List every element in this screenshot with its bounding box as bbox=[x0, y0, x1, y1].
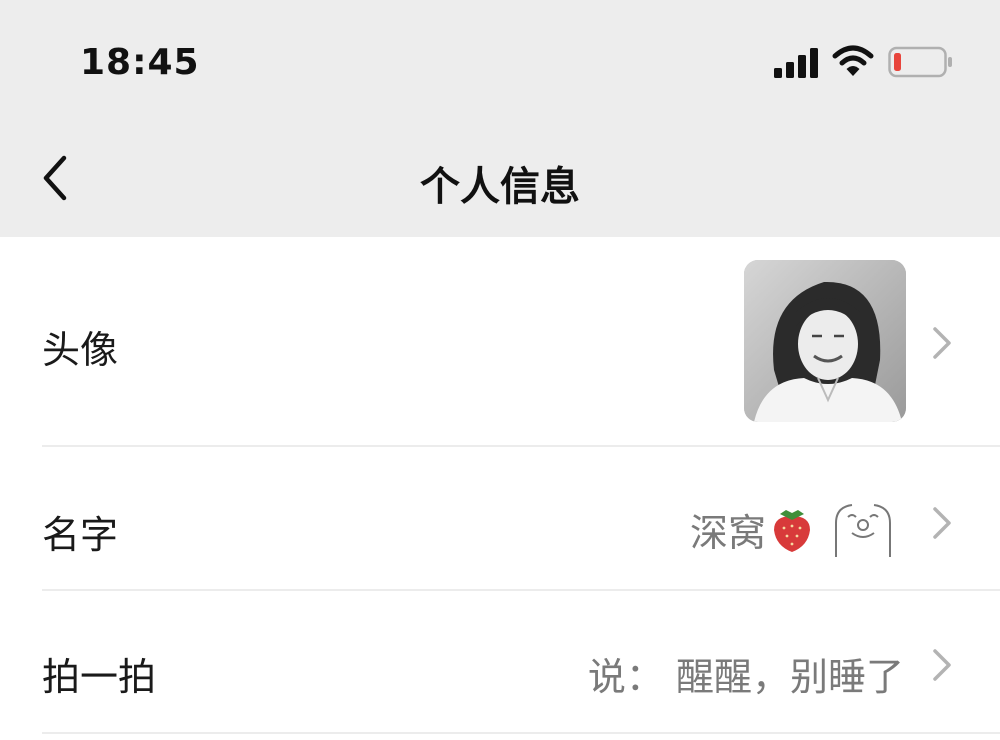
pat-value: 说： 醒醒，别睡了 bbox=[587, 655, 904, 699]
page-title: 个人信息 bbox=[420, 164, 580, 210]
avatar[interactable] bbox=[744, 260, 906, 422]
header-area: 18:45 个人信息 bbox=[0, 0, 1000, 237]
strawberry-icon bbox=[774, 510, 810, 552]
signal-icon bbox=[774, 48, 818, 78]
profile-list: 头像 名字 深窝 拍一拍 说： 醒醒，别睡了 bbox=[0, 237, 1000, 734]
pat-row-label: 拍一拍 bbox=[42, 655, 157, 699]
back-button[interactable] bbox=[30, 148, 86, 208]
name-value: 深窝 bbox=[690, 499, 904, 559]
avatar-row[interactable]: 头像 bbox=[0, 237, 1000, 447]
divider bbox=[42, 732, 1000, 734]
chevron-right-icon bbox=[933, 507, 951, 539]
wifi-icon bbox=[832, 45, 874, 76]
name-text: 深窝 bbox=[689, 510, 766, 555]
kaomoji-icon bbox=[835, 504, 891, 557]
avatar-row-label: 头像 bbox=[42, 328, 119, 372]
name-row-label: 名字 bbox=[42, 513, 119, 557]
chevron-right-icon bbox=[933, 327, 951, 359]
pat-row[interactable]: 拍一拍 说： 醒醒，别睡了 bbox=[0, 591, 1000, 734]
nav-bar: 个人信息 bbox=[0, 120, 1000, 237]
name-row[interactable]: 名字 深窝 bbox=[0, 447, 1000, 591]
status-time: 18:45 bbox=[80, 42, 200, 83]
avatar-photo bbox=[744, 260, 906, 422]
battery-icon bbox=[888, 46, 952, 78]
status-bar: 18:45 bbox=[0, 0, 1000, 120]
chevron-right-icon bbox=[933, 649, 951, 681]
